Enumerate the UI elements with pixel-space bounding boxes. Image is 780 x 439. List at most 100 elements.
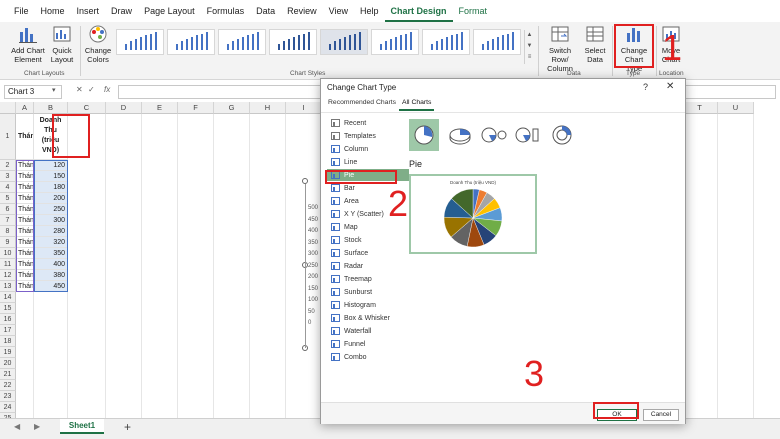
chart-type-histogram[interactable]: Histogram: [327, 299, 409, 311]
row-header-19[interactable]: 19: [0, 347, 16, 358]
tab-all-charts[interactable]: All Charts: [399, 99, 435, 111]
row-header-13[interactable]: 13: [0, 281, 16, 292]
row-header-16[interactable]: 16: [0, 314, 16, 325]
add-chart-element-button[interactable]: Add Chart Element: [8, 24, 48, 70]
row-header-12[interactable]: 12: [0, 270, 16, 281]
pie-subtype-3d-pie[interactable]: [445, 119, 475, 151]
cancel-icon[interactable]: ✕: [76, 85, 83, 94]
row-header-15[interactable]: 15: [0, 303, 16, 314]
ribbon-tab-chart-design[interactable]: Chart Design: [384, 0, 453, 22]
column-header-e[interactable]: E: [142, 102, 178, 114]
chart-type-recent[interactable]: Recent: [327, 117, 409, 129]
pie-subtype-pie-of-pie[interactable]: [479, 119, 509, 151]
chart-type-line[interactable]: Line: [327, 156, 409, 168]
fx-icon[interactable]: fx: [104, 85, 110, 94]
row-header-23[interactable]: 23: [0, 391, 16, 402]
chart-style-bar: [227, 44, 229, 50]
next-sheet-icon[interactable]: ▶: [34, 422, 40, 431]
chart-type-stock[interactable]: Stock: [327, 234, 409, 246]
ribbon-tab-view[interactable]: View: [323, 0, 354, 22]
select-all-corner[interactable]: [0, 102, 16, 114]
cancel-button[interactable]: Cancel: [643, 409, 679, 421]
pie-subtype-bar-of-pie[interactable]: [513, 119, 543, 151]
pie-subtype-pie[interactable]: [409, 119, 439, 151]
row-header-4[interactable]: 4: [0, 182, 16, 193]
help-icon[interactable]: ?: [643, 82, 648, 92]
ribbon-tab-format[interactable]: Format: [453, 0, 494, 22]
pie-subtype-doughnut[interactable]: [547, 119, 577, 151]
chart-style-thumbnail[interactable]: [116, 29, 164, 55]
name-box-dropdown-icon[interactable]: ▾: [52, 86, 56, 94]
chart-type-funnel[interactable]: Funnel: [327, 338, 409, 350]
row-header-14[interactable]: 14: [0, 292, 16, 303]
cell-header-month[interactable]: Tháng: [16, 114, 34, 160]
row-header-6[interactable]: 6: [0, 204, 16, 215]
chart-type-radar[interactable]: Radar: [327, 260, 409, 272]
row-header-24[interactable]: 24: [0, 402, 16, 413]
chart-style-thumbnail[interactable]: [320, 29, 368, 55]
ribbon-tab-data[interactable]: Data: [250, 0, 281, 22]
close-icon[interactable]: ✕: [666, 81, 674, 92]
ribbon-tab-page-layout[interactable]: Page Layout: [138, 0, 201, 22]
ribbon-tab-review[interactable]: Review: [281, 0, 323, 22]
column-header-g[interactable]: G: [214, 102, 250, 114]
column-header-t[interactable]: T: [682, 102, 718, 114]
chart-style-thumbnail[interactable]: [218, 29, 266, 55]
column-header-h[interactable]: H: [250, 102, 286, 114]
column-header-u[interactable]: U: [718, 102, 754, 114]
chart-style-thumbnail[interactable]: [371, 29, 419, 55]
add-sheet-button[interactable]: +: [124, 420, 131, 434]
row-header-3[interactable]: 3: [0, 171, 16, 182]
change-colors-button[interactable]: Change Colors: [84, 24, 112, 70]
row-header-17[interactable]: 17: [0, 325, 16, 336]
ribbon-tab-home[interactable]: Home: [35, 0, 71, 22]
ribbon-tab-insert[interactable]: Insert: [71, 0, 106, 22]
switch-row-column-button[interactable]: Switch Row/ Column: [540, 24, 580, 73]
chart-style-thumbnail[interactable]: [167, 29, 215, 55]
chart-preview[interactable]: Doanh Thu (triệu VND): [409, 174, 537, 254]
chart-type-column[interactable]: Column: [327, 143, 409, 155]
chart-style-thumbnail[interactable]: [473, 29, 521, 55]
chart-type-combo[interactable]: Combo: [327, 351, 409, 363]
row-header-8[interactable]: 8: [0, 226, 16, 237]
chart-type-waterfall[interactable]: Waterfall: [327, 325, 409, 337]
ribbon-tab-file[interactable]: File: [8, 0, 35, 22]
column-header-i[interactable]: I: [286, 102, 322, 114]
row-header-11[interactable]: 11: [0, 259, 16, 270]
row-header-7[interactable]: 7: [0, 215, 16, 226]
chart-type-treemap[interactable]: Treemap: [327, 273, 409, 285]
ribbon-tab-formulas[interactable]: Formulas: [201, 0, 251, 22]
column-header-c[interactable]: C: [68, 102, 106, 114]
chart-type-sunburst[interactable]: Sunburst: [327, 286, 409, 298]
row-header-21[interactable]: 21: [0, 369, 16, 380]
row-header-22[interactable]: 22: [0, 380, 16, 391]
chart-type-box-whisker[interactable]: Box & Whisker: [327, 312, 409, 324]
chart-style-thumbnail[interactable]: [422, 29, 470, 55]
chart-type-surface[interactable]: Surface: [327, 247, 409, 259]
row-header-9[interactable]: 9: [0, 237, 16, 248]
row-header-18[interactable]: 18: [0, 336, 16, 347]
styles-scroll[interactable]: ▲ ▼ ≡: [524, 30, 534, 64]
chart-type-templates[interactable]: Templates: [327, 130, 409, 142]
sheet-tab-sheet1[interactable]: Sheet1: [60, 419, 104, 434]
row-header-5[interactable]: 5: [0, 193, 16, 204]
ribbon-tab-help[interactable]: Help: [354, 0, 385, 22]
tab-recommended-charts[interactable]: Recommended Charts: [325, 99, 399, 111]
column-header-f[interactable]: F: [178, 102, 214, 114]
enter-icon[interactable]: ✓: [88, 85, 95, 94]
column-header-b[interactable]: B: [34, 102, 68, 114]
prev-sheet-icon[interactable]: ◀: [14, 422, 20, 431]
row-header-10[interactable]: 10: [0, 248, 16, 259]
chart-style-bar: [252, 34, 254, 50]
chart-style-bar: [293, 37, 295, 50]
row-header-20[interactable]: 20: [0, 358, 16, 369]
row-header-1[interactable]: 1: [0, 114, 16, 160]
chart-type-combo-icon: [331, 353, 340, 361]
select-data-button[interactable]: Select Data: [582, 24, 608, 70]
column-header-a[interactable]: A: [16, 102, 34, 114]
row-header-2[interactable]: 2: [0, 160, 16, 171]
chart-style-thumbnail[interactable]: [269, 29, 317, 55]
column-header-d[interactable]: D: [106, 102, 142, 114]
quick-layout-button[interactable]: Quick Layout: [50, 24, 74, 70]
ribbon-tab-draw[interactable]: Draw: [105, 0, 138, 22]
